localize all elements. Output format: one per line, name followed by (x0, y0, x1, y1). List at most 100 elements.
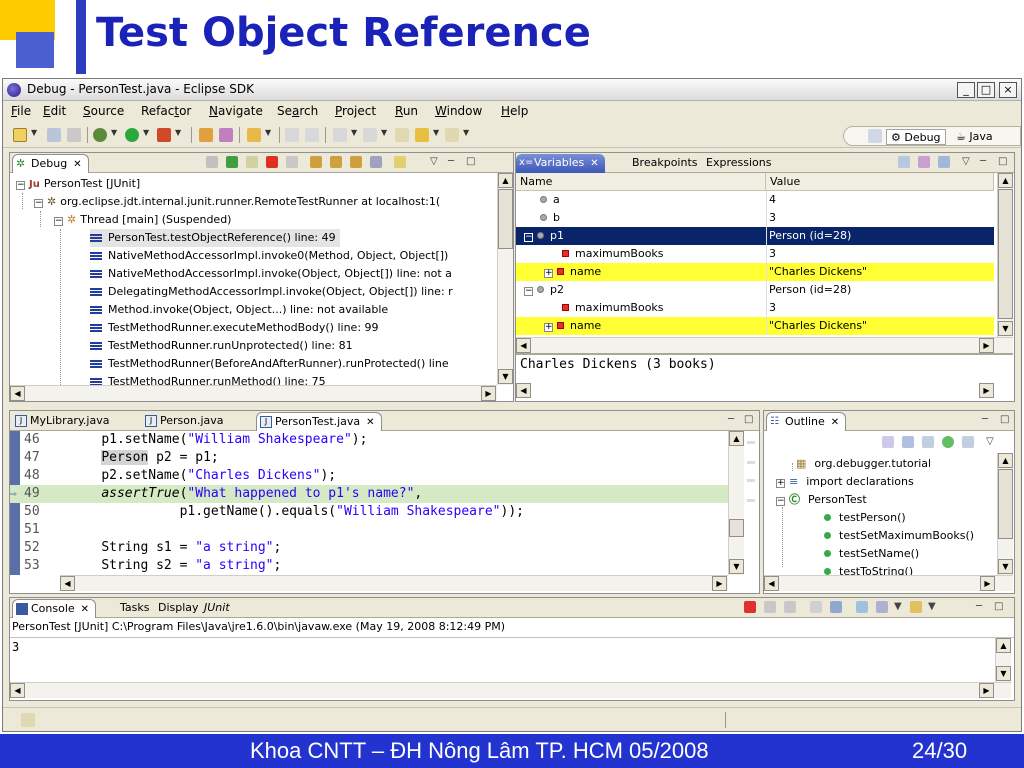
variable-row[interactable]: maximumBooks 3 (516, 299, 994, 317)
code-line[interactable]: 48 p2.setName("Charles Dickens"); (10, 467, 732, 485)
tree-item-debug-target[interactable]: − ✲ org.eclipse.jdt.internal.junit.runner.… (34, 193, 440, 211)
variable-row-changed[interactable]: + name "Charles Dickens" (516, 317, 994, 335)
maximize-view-icon[interactable]: □ (1000, 414, 1009, 425)
menu-navigate[interactable]: Navigate (209, 104, 263, 118)
back-dropdown-icon[interactable]: ▼ (433, 128, 439, 137)
run-dropdown-icon[interactable]: ▼ (143, 128, 149, 137)
outline-item-method[interactable]: testSetName() (824, 545, 919, 563)
scroll-up-icon[interactable]: ▲ (998, 453, 1013, 468)
close-button[interactable]: × (999, 82, 1017, 98)
tab-expressions[interactable]: Expressions (702, 154, 777, 173)
folder-dropdown-icon[interactable]: ▼ (265, 128, 271, 137)
stack-frame[interactable]: TestMethodRunner.runUnprotected() line: … (90, 337, 353, 355)
code-line[interactable]: 50 p1.getName().equals("William Shakespe… (10, 503, 732, 521)
maximize-view-icon[interactable]: □ (994, 601, 1003, 612)
scroll-right-icon[interactable]: ▶ (979, 338, 994, 353)
open-console-icon[interactable] (910, 601, 922, 613)
hide-nonpublic-icon[interactable] (942, 436, 954, 448)
code-line[interactable]: 53 String s2 = "a string"; (10, 557, 732, 575)
stack-frame[interactable]: NativeMethodAccessorImpl.invoke0(Method,… (90, 247, 448, 265)
scroll-down-icon[interactable]: ▼ (498, 369, 513, 384)
show-type-names-icon[interactable] (898, 156, 910, 168)
print-icon[interactable] (67, 128, 81, 142)
window-titlebar[interactable]: Debug - PersonTest.java - Eclipse SDK _ … (3, 79, 1021, 101)
debug-dropdown-icon[interactable]: ▼ (111, 128, 117, 137)
scroll-thumb[interactable] (729, 519, 744, 537)
minimize-view-icon[interactable]: ─ (976, 601, 982, 612)
clear-console-icon[interactable] (810, 601, 822, 613)
open-folder-icon[interactable] (247, 128, 261, 142)
outline-item-method[interactable]: testToString() (824, 563, 913, 575)
maximize-view-icon[interactable]: □ (466, 156, 475, 167)
external-tools-dropdown-icon[interactable]: ▼ (175, 128, 181, 137)
step-return-icon[interactable] (350, 156, 362, 168)
outline-item-package[interactable]: ▦ org.debugger.tutorial (796, 455, 931, 473)
maximize-button[interactable]: □ (977, 82, 995, 98)
expand-icon[interactable]: + (776, 479, 785, 488)
outline-item-imports[interactable]: + ≡ import declarations (776, 473, 914, 491)
detail-pane[interactable]: Charles Dickens (3 books) ◀ ▶ (516, 353, 1013, 401)
column-header-name[interactable]: Name (516, 173, 766, 191)
step-over-icon[interactable] (330, 156, 342, 168)
remove-all-terminated-icon[interactable] (784, 601, 796, 613)
scroll-up-icon[interactable]: ▲ (996, 638, 1011, 653)
scroll-thumb[interactable] (998, 189, 1013, 319)
stack-frame[interactable]: TestMethodRunner(BeforeAndAfterRunner).r… (90, 355, 449, 373)
scroll-left-icon[interactable]: ◀ (764, 576, 779, 591)
expand-icon[interactable]: + (544, 269, 553, 278)
menu-edit[interactable]: Edit (43, 104, 66, 118)
scroll-up-icon[interactable]: ▲ (998, 173, 1013, 188)
outline-item-method[interactable]: testSetMaximumBooks() (824, 527, 974, 545)
hide-static-icon[interactable] (922, 436, 934, 448)
forward-dropdown-icon[interactable]: ▼ (463, 128, 469, 137)
code-line[interactable]: 52 String s1 = "a string"; (10, 539, 732, 557)
scroll-right-icon[interactable]: ▶ (979, 383, 994, 398)
scroll-left-icon[interactable]: ◀ (10, 683, 25, 698)
stack-frame[interactable]: Method.invoke(Object, Object...) line: n… (90, 301, 388, 319)
menu-file[interactable]: File (11, 104, 31, 118)
stack-frame-selected[interactable]: PersonTest.testObjectReference() line: 4… (90, 229, 340, 247)
console-horizontal-scrollbar[interactable]: ◀ ▶ (10, 682, 1011, 698)
pin-console-icon[interactable] (856, 601, 868, 613)
editor-horizontal-scrollbar[interactable]: ◀ ▶ (60, 575, 728, 591)
close-tab-icon[interactable]: ✕ (366, 417, 374, 428)
scroll-right-icon[interactable]: ▶ (979, 683, 994, 698)
console-output[interactable]: 3 (12, 640, 19, 654)
hide-fields-icon[interactable] (902, 436, 914, 448)
tab-mylibrary-java[interactable]: J MyLibrary.java (12, 412, 115, 431)
variable-row[interactable]: a4 (516, 191, 994, 209)
outline-item-method[interactable]: testPerson() (824, 509, 906, 527)
stack-frame[interactable]: NativeMethodAccessorImpl.invoke(Object, … (90, 265, 452, 283)
outline-horizontal-scrollbar[interactable]: ◀ ▶ (764, 575, 1013, 591)
display-console-dropdown-icon[interactable]: ▼ (894, 601, 902, 612)
collapse-icon[interactable]: − (776, 497, 785, 506)
scroll-up-icon[interactable]: ▲ (498, 173, 513, 188)
use-step-filters-icon[interactable] (394, 156, 406, 168)
maximize-view-icon[interactable]: □ (998, 156, 1007, 167)
prev-annotation-dropdown-icon[interactable]: ▼ (381, 128, 387, 137)
back-arrow-icon[interactable] (415, 128, 429, 142)
scroll-left-icon[interactable]: ◀ (516, 383, 531, 398)
scroll-thumb[interactable] (998, 469, 1013, 539)
console-vertical-scrollbar[interactable]: ▲ ▼ (995, 638, 1011, 682)
terminate-icon[interactable] (266, 156, 278, 168)
scroll-right-icon[interactable]: ▶ (712, 576, 727, 591)
stack-frame[interactable]: TestMethodRunner.executeMethodBody() lin… (90, 319, 379, 337)
menu-project[interactable]: Project (335, 104, 376, 118)
tab-debug[interactable]: ✲ Debug ✕ (12, 154, 89, 173)
menu-help[interactable]: Help (501, 104, 528, 118)
maximize-view-icon[interactable]: □ (744, 414, 753, 425)
stack-frame[interactable]: DelegatingMethodAccessorImpl.invoke(Obje… (90, 283, 453, 301)
view-menu-icon[interactable]: ▽ (430, 156, 438, 167)
remove-launch-icon[interactable] (764, 601, 776, 613)
code-line[interactable]: 46 p1.setName("William Shakespeare"); (10, 431, 732, 449)
tab-outline[interactable]: ☷ Outline ✕ (766, 412, 847, 431)
tree-item-junit-launch[interactable]: − Ju PersonTest [JUnit] (16, 175, 140, 193)
scroll-down-icon[interactable]: ▼ (998, 321, 1013, 336)
menu-source[interactable]: Source (83, 104, 124, 118)
code-line[interactable]: 47 Person p2 = p1; (10, 449, 732, 467)
minimize-view-icon[interactable]: ─ (728, 414, 734, 425)
close-tab-icon[interactable]: ✕ (73, 159, 81, 170)
doc-icon[interactable] (305, 128, 319, 142)
tab-tasks[interactable]: Tasks (102, 599, 155, 618)
